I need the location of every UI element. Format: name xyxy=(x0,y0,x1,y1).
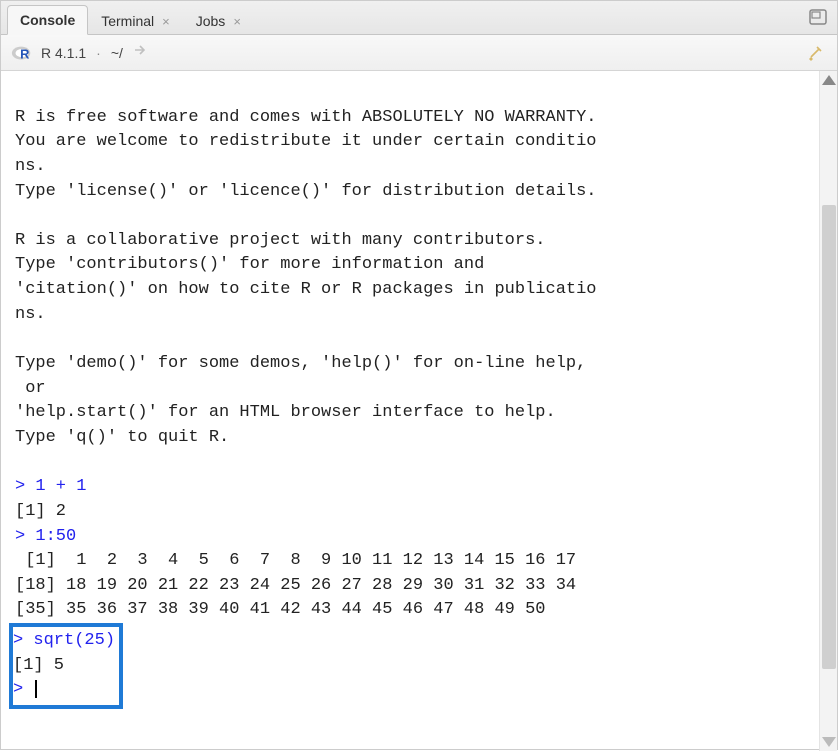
text-cursor xyxy=(35,680,37,698)
tab-terminal-label: Terminal xyxy=(101,13,154,29)
scroll-down-icon[interactable] xyxy=(822,737,836,747)
open-dir-icon[interactable] xyxy=(133,43,149,62)
console-result: [1] 5 xyxy=(13,656,64,675)
prompt: > xyxy=(13,680,23,699)
separator-dot: · xyxy=(96,45,101,61)
svg-text:R: R xyxy=(20,47,29,62)
close-icon[interactable]: × xyxy=(233,14,241,29)
console-command: sqrt(25) xyxy=(33,631,115,650)
r-version-label: R 4.1.1 xyxy=(41,45,86,61)
highlighted-region: > sqrt(25) [1] 5 > xyxy=(9,623,123,709)
scrollbar[interactable] xyxy=(819,71,837,751)
console-command: 1 + 1 xyxy=(35,477,86,496)
close-icon[interactable]: × xyxy=(162,14,170,29)
scroll-track[interactable] xyxy=(822,89,836,733)
clear-console-icon[interactable] xyxy=(807,45,823,61)
prompt: > xyxy=(13,631,23,650)
tab-bar: Console Terminal × Jobs × xyxy=(1,1,837,35)
console-result: [1] 2 xyxy=(15,502,66,521)
maximize-pane-icon[interactable] xyxy=(809,9,827,25)
console-command: 1:50 xyxy=(35,527,76,546)
tab-jobs-label: Jobs xyxy=(196,13,226,29)
r-logo-icon: R xyxy=(11,44,33,62)
console-result: [18] 18 19 20 21 22 23 24 25 26 27 28 29… xyxy=(15,576,576,595)
console-result: [1] 1 2 3 4 5 6 7 8 9 10 11 12 13 14 15 … xyxy=(15,551,576,570)
console-output[interactable]: R is free software and comes with ABSOLU… xyxy=(1,71,819,751)
tab-jobs[interactable]: Jobs × xyxy=(183,6,254,35)
tab-console[interactable]: Console xyxy=(7,5,88,35)
tab-console-label: Console xyxy=(20,12,75,28)
prompt: > xyxy=(15,477,25,496)
scroll-thumb[interactable] xyxy=(822,205,836,669)
console-result: [35] 35 36 37 38 39 40 41 42 43 44 45 46… xyxy=(15,600,546,619)
prompt: > xyxy=(15,527,25,546)
tab-terminal[interactable]: Terminal × xyxy=(88,6,183,35)
console-toolbar: R R 4.1.1 · ~/ xyxy=(1,35,837,71)
working-dir-label[interactable]: ~/ xyxy=(111,45,123,61)
scroll-up-icon[interactable] xyxy=(822,75,836,85)
